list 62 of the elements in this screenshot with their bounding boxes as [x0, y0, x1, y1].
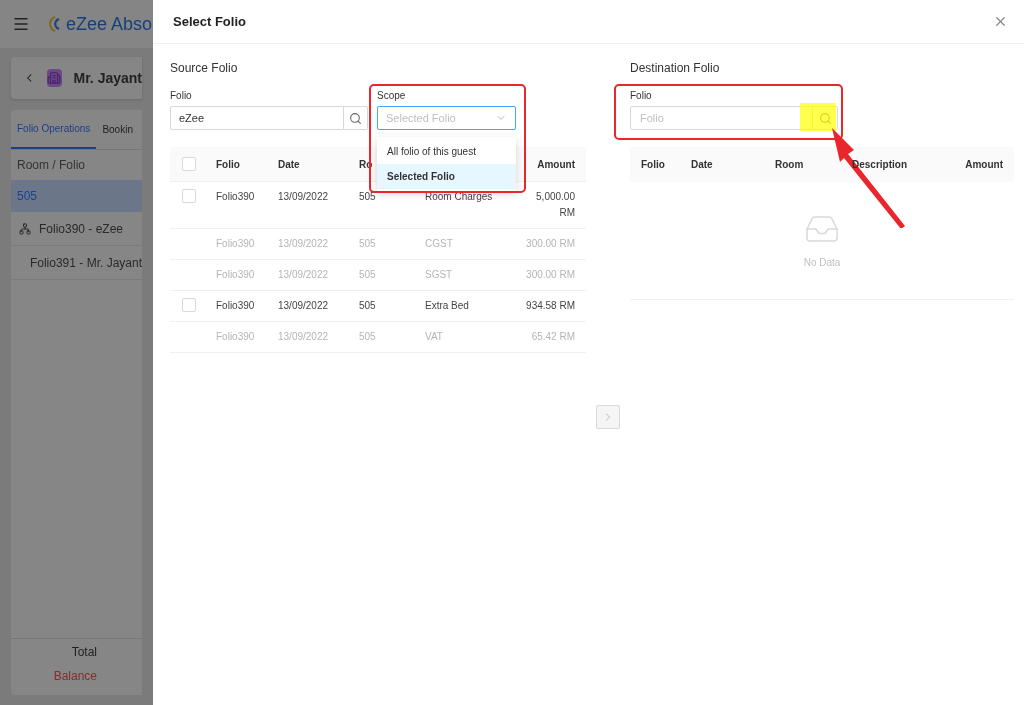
column-header: Folio — [640, 158, 666, 172]
table-cell-text: 13/09/2022 — [277, 190, 330, 204]
field-label: Folio — [630, 89, 653, 103]
table-cell-text: 13/09/2022 — [277, 330, 330, 344]
building-icon — [47, 69, 62, 87]
total-label: Balance — [53, 668, 97, 685]
table-cell-text: Folio390 — [215, 237, 256, 251]
dropdown-option[interactable]: All folio of this guest — [377, 139, 516, 164]
table-cell-text: Folio390 — [215, 268, 256, 282]
section-heading: Source Folio — [170, 60, 239, 77]
linked-folio-icon — [19, 222, 31, 235]
total-label: Total — [71, 644, 97, 661]
logo-icon — [46, 15, 62, 33]
section-heading: Destination Folio — [630, 60, 721, 77]
empty-message: No Data — [803, 256, 841, 270]
column-header: Room — [774, 158, 805, 172]
column-header: Amount — [964, 158, 1004, 172]
table-cell-text: 300.00 RM — [525, 268, 576, 282]
checkbox[interactable] — [181, 157, 196, 171]
menu-icon[interactable] — [12, 15, 30, 33]
table-cell-text: 13/09/2022 — [277, 299, 330, 313]
table-cell-text: 65.42 RM — [530, 330, 576, 344]
highlight-marker — [800, 103, 836, 131]
table-cell-text: 505 — [358, 190, 377, 204]
folio-row[interactable]: Folio391 - Mr. Jayant — [11, 246, 142, 280]
logo-text: eZee Abso — [66, 12, 153, 36]
table-cell-text: Extra Bed — [425, 299, 470, 313]
field-label: Folio — [170, 89, 193, 103]
table-cell-text: Folio390 — [215, 299, 256, 313]
checkbox[interactable] — [181, 298, 196, 312]
column-header: Room / Folio — [16, 157, 87, 174]
table-cell-text: 505 — [358, 330, 377, 344]
dropdown-option[interactable]: Selected Folio — [377, 164, 516, 189]
table-cell-text: 300.00 RM — [525, 237, 576, 251]
close-icon[interactable] — [993, 14, 1008, 29]
table-cell-text: Folio390 — [215, 330, 256, 344]
table-cell-text: 13/09/2022 — [277, 237, 330, 251]
table-cell-text: Folio390 — [215, 190, 256, 204]
field-label: Scope — [377, 89, 407, 103]
table-cell-text: 505 — [358, 299, 377, 313]
guest-name: Mr. Jayant — [73, 68, 142, 88]
column-header: Date — [277, 157, 301, 172]
checkbox[interactable] — [181, 189, 196, 203]
table-cell-text: VAT — [425, 330, 444, 344]
table-cell-text: 5,000.00 RM — [535, 190, 576, 220]
room-row[interactable]: 505 — [11, 180, 142, 212]
table-cell-text: SGST — [425, 268, 454, 282]
table-cell-text: 505 — [358, 268, 377, 282]
table-cell-text: CGST — [425, 237, 454, 251]
search-button[interactable] — [344, 106, 368, 130]
folio-field[interactable]: eZee — [170, 106, 344, 130]
search-icon — [349, 111, 362, 125]
tab[interactable]: Bookin — [96, 110, 139, 149]
table-cell-text: 505 — [358, 237, 377, 251]
column-header: Amount — [536, 157, 576, 172]
folio-row[interactable]: Folio390 - eZee — [11, 212, 142, 246]
column-header: Folio — [215, 157, 241, 172]
tab[interactable]: Folio Operations — [11, 110, 97, 149]
dialog-title: Select Folio — [173, 12, 246, 31]
table-cell-text: 13/09/2022 — [277, 268, 330, 282]
column-header: Date — [690, 158, 714, 172]
table-cell-text: 934.58 RM — [525, 299, 576, 313]
